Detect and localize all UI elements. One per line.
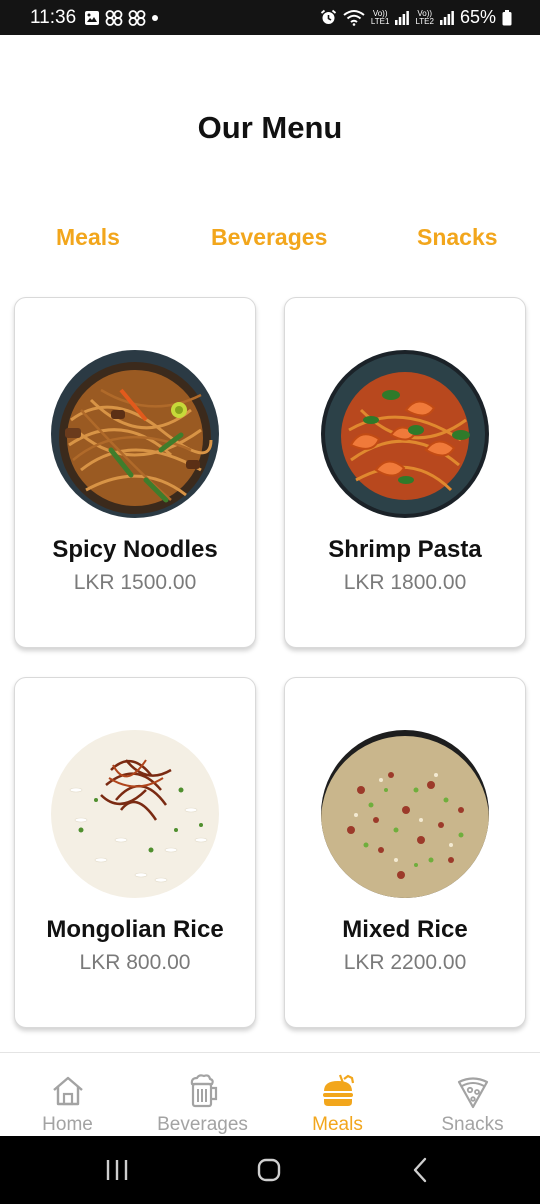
recent-apps-icon[interactable] (104, 1156, 134, 1184)
shrimp-pasta-image (321, 350, 489, 518)
system-navigation-bar (0, 1136, 540, 1204)
nav-home-label: Home (42, 1114, 93, 1135)
back-icon[interactable] (406, 1156, 436, 1184)
status-time: 11:36 (30, 6, 77, 28)
mixed-rice-image (321, 730, 489, 898)
gallery-notification-icon (85, 10, 100, 25)
item-name: Mixed Rice (342, 916, 468, 943)
mongolian-rice-image (51, 730, 219, 898)
menu-screen: 11:36 Vo)) LTE1 Vo)) LTE2 65% Our Menu Mea… (0, 0, 540, 1204)
status-bar: 11:36 Vo)) LTE1 Vo)) LTE2 65% (0, 0, 540, 35)
category-tabs: Meals Beverages Snacks (0, 224, 540, 256)
page-title: Our Menu (197, 110, 343, 145)
menu-item-card[interactable]: Mixed Rice LKR 2200.00 (284, 677, 526, 1028)
tab-meals[interactable]: Meals (56, 224, 120, 251)
pizza-slice-icon (457, 1077, 488, 1109)
app-notification-icon (105, 9, 123, 26)
item-name: Spicy Noodles (52, 536, 218, 563)
app-notification-icon (128, 9, 146, 26)
battery-percent: 65% (459, 7, 496, 27)
nav-meals-label: Meals (312, 1114, 363, 1135)
nav-meals[interactable]: Meals (270, 1053, 405, 1137)
nav-beverages[interactable]: Beverages (135, 1053, 270, 1137)
bottom-navigation: Home Beverages Meals Snacks (0, 1052, 540, 1136)
nav-home[interactable]: Home (0, 1053, 135, 1137)
lte2-label: LTE2 (415, 16, 434, 26)
menu-item-card[interactable]: Spicy Noodles LKR 1500.00 (14, 297, 256, 648)
spicy-noodles-image (51, 350, 219, 518)
item-price: LKR 800.00 (79, 951, 191, 974)
home-icon (52, 1076, 83, 1106)
alarm-icon (320, 9, 336, 24)
lte1-label: LTE1 (370, 16, 390, 26)
battery-icon (502, 9, 512, 25)
beer-mug-icon (190, 1074, 217, 1108)
item-price: LKR 1500.00 (73, 571, 197, 594)
nav-beverages-label: Beverages (157, 1114, 248, 1135)
wifi-icon (343, 10, 365, 26)
nav-snacks[interactable]: Snacks (405, 1053, 540, 1137)
signal-icon (395, 11, 410, 25)
signal-icon (439, 11, 454, 25)
menu-item-card[interactable]: Mongolian Rice LKR 800.00 (14, 677, 256, 1028)
tab-beverages[interactable]: Beverages (211, 224, 327, 251)
nav-snacks-label: Snacks (441, 1114, 504, 1135)
burger-icon (322, 1074, 354, 1106)
menu-item-card[interactable]: Shrimp Pasta LKR 1800.00 (284, 297, 526, 648)
item-name: Mongolian Rice (46, 916, 224, 943)
system-home-icon[interactable] (254, 1156, 284, 1184)
item-price: LKR 2200.00 (343, 951, 467, 974)
more-notifications-dot-icon (152, 14, 159, 21)
item-name: Shrimp Pasta (328, 536, 482, 563)
tab-snacks[interactable]: Snacks (417, 224, 498, 251)
item-price: LKR 1800.00 (343, 571, 467, 594)
